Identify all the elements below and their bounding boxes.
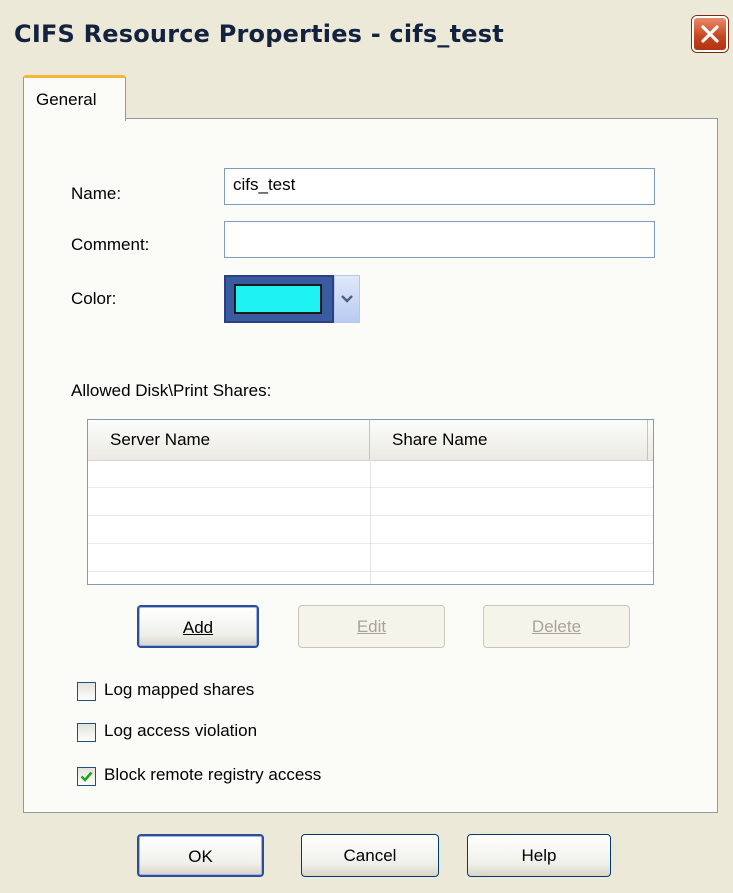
ok-button-label: OK xyxy=(188,847,213,866)
column-divider xyxy=(370,460,371,584)
block-remote-registry-checkbox[interactable] xyxy=(77,767,96,786)
log-mapped-shares-label[interactable]: Log mapped shares xyxy=(104,680,254,700)
help-button-label: Help xyxy=(521,846,557,865)
log-access-violation-checkbox[interactable] xyxy=(77,723,96,742)
comment-field[interactable] xyxy=(224,221,655,258)
color-label: Color: xyxy=(71,289,117,308)
close-button[interactable] xyxy=(692,16,728,52)
delete-button[interactable]: Delete xyxy=(483,605,630,648)
column-header-server-name[interactable]: Server Name xyxy=(88,420,370,460)
name-field[interactable]: cifs_test xyxy=(224,168,655,205)
chevron-down-icon xyxy=(341,295,353,303)
comment-label: Comment: xyxy=(71,235,150,254)
color-swatch xyxy=(234,284,322,314)
log-access-violation-label[interactable]: Log access violation xyxy=(104,721,257,741)
delete-button-label: Delete xyxy=(531,617,582,636)
help-button[interactable]: Help xyxy=(467,834,611,877)
name-label: Name: xyxy=(71,184,122,203)
close-icon xyxy=(701,25,719,43)
properties-dialog: CIFS Resource Properties - cifs_test Gen… xyxy=(0,0,733,893)
edit-button-label: Edit xyxy=(356,617,387,636)
tab-general-label: General xyxy=(36,90,97,109)
shares-list[interactable]: Server Name Share Name xyxy=(87,419,654,585)
tab-general[interactable]: General xyxy=(23,75,126,121)
title-bar[interactable]: CIFS Resource Properties - cifs_test xyxy=(0,0,733,76)
checkmark-icon xyxy=(80,771,93,782)
shares-list-header: Server Name Share Name xyxy=(88,420,653,461)
cancel-button[interactable]: Cancel xyxy=(301,834,439,877)
block-remote-registry-label[interactable]: Block remote registry access xyxy=(104,765,321,785)
color-picker[interactable] xyxy=(224,275,334,323)
color-dropdown-button[interactable] xyxy=(334,275,360,323)
shares-label: Allowed Disk\Print Shares: xyxy=(71,381,272,400)
cancel-button-label: Cancel xyxy=(343,846,397,865)
add-button[interactable]: Add xyxy=(137,605,259,648)
log-mapped-shares-checkbox[interactable] xyxy=(77,682,96,701)
column-header-share-name[interactable]: Share Name xyxy=(370,420,648,460)
edit-button[interactable]: Edit xyxy=(298,605,445,648)
window-title: CIFS Resource Properties - cifs_test xyxy=(14,20,504,48)
add-button-label: Add xyxy=(182,618,214,637)
ok-button[interactable]: OK xyxy=(137,834,264,877)
